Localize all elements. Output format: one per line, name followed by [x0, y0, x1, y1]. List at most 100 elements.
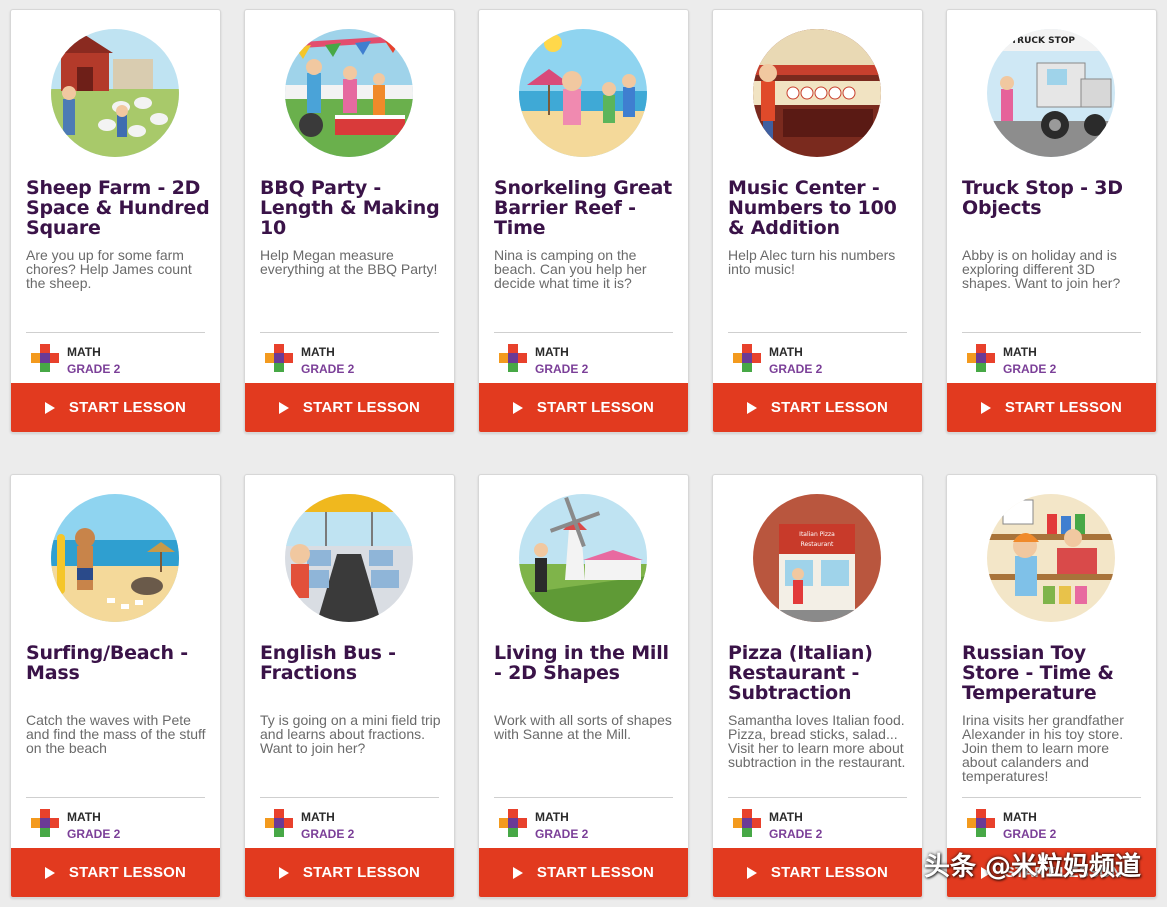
lesson-thumbnail[interactable]: Italian Pizza Restaurant — [753, 494, 881, 622]
surf-scene-image — [51, 494, 179, 622]
grade-label: GRADE 2 — [769, 362, 823, 376]
lesson-card[interactable]: Music Center - Numbers to 100 & Addition… — [712, 9, 923, 433]
subject-name: MATH — [769, 345, 803, 359]
subject-tag: MATH GRADE 2 — [265, 809, 425, 841]
start-lesson-button[interactable]: START LESSON — [947, 383, 1156, 432]
start-lesson-button[interactable]: START LESSON — [713, 383, 922, 432]
lesson-description: Abby is on holiday and is exploring diff… — [962, 247, 1121, 291]
lesson-title[interactable]: Sheep Farm - 2D Space & Hundred Square — [26, 178, 210, 238]
start-lesson-label: START LESSON — [770, 399, 889, 416]
start-lesson-label: START LESSON — [536, 864, 655, 881]
subject-name: MATH — [769, 810, 803, 824]
start-lesson-button[interactable]: START LESSON — [245, 383, 454, 432]
music-scene-image — [753, 29, 881, 157]
pizza-sign: Italian Pizza — [799, 531, 835, 538]
subject-name: MATH — [301, 345, 335, 359]
grade-label: GRADE 2 — [535, 362, 589, 376]
farm-scene-image — [51, 29, 179, 157]
start-lesson-label: START LESSON — [536, 399, 655, 416]
lesson-title[interactable]: BBQ Party - Length & Making 10 — [260, 178, 444, 238]
play-icon — [512, 866, 523, 879]
subject-tag: MATH GRADE 2 — [967, 809, 1127, 841]
math-plus-icon — [733, 809, 761, 837]
math-plus-icon — [967, 344, 995, 372]
start-lesson-button[interactable]: START LESSON — [11, 383, 220, 432]
grade-label: GRADE 2 — [1003, 362, 1057, 376]
lesson-thumbnail[interactable] — [519, 29, 647, 157]
lesson-thumbnail[interactable]: TRUCK STOP — [987, 29, 1115, 157]
lesson-description: Help Megan measure everything at the BBQ… — [260, 247, 438, 277]
start-lesson-button[interactable]: START LESSON — [479, 848, 688, 897]
lesson-description: Nina is camping on the beach. Can you he… — [494, 247, 647, 291]
math-plus-icon — [499, 809, 527, 837]
subject-name: MATH — [1003, 810, 1037, 824]
divider — [26, 797, 205, 798]
start-lesson-label: START LESSON — [1004, 399, 1123, 416]
lesson-card[interactable]: Italian Pizza Restaurant Pizza (Italian)… — [712, 474, 923, 898]
lesson-thumbnail[interactable] — [519, 494, 647, 622]
lesson-title[interactable]: Music Center - Numbers to 100 & Addition — [728, 178, 912, 238]
lesson-card[interactable]: English Bus - Fractions Ty is going on a… — [244, 474, 455, 898]
lesson-description: Ty is going on a mini field trip and lea… — [260, 712, 441, 756]
lesson-card[interactable]: Living in the Mill - 2D Shapes Work with… — [478, 474, 689, 898]
lesson-thumbnail[interactable] — [987, 494, 1115, 622]
lesson-title[interactable]: Snorkeling Great Barrier Reef - Time — [494, 178, 678, 238]
grade-label: GRADE 2 — [67, 827, 121, 841]
math-plus-icon — [967, 809, 995, 837]
play-icon — [278, 401, 289, 414]
start-lesson-button[interactable]: START LESSON — [11, 848, 220, 897]
math-plus-icon — [265, 809, 293, 837]
subject-tag: MATH GRADE 2 — [265, 344, 425, 376]
truck-stop-sign: TRUCK STOP — [1011, 36, 1075, 46]
grade-label: GRADE 2 — [301, 827, 355, 841]
lesson-thumbnail[interactable] — [51, 494, 179, 622]
grade-label: GRADE 2 — [535, 827, 589, 841]
math-plus-icon — [499, 344, 527, 372]
lesson-card[interactable]: TRUCK STOP Truck Stop - 3D Objects Abby … — [946, 9, 1157, 433]
lesson-description: Work with all sorts of shapes with Sanne… — [494, 712, 672, 742]
bus-scene-image — [285, 494, 413, 622]
lesson-card[interactable]: Russian Toy Store - Time & Temperature I… — [946, 474, 1157, 898]
divider — [26, 332, 205, 333]
watermark: 头条 @米粒妈频道 — [923, 852, 1141, 882]
lesson-title[interactable]: Surfing/Beach - Mass — [26, 643, 210, 683]
math-plus-icon — [733, 344, 761, 372]
lesson-title[interactable]: Russian Toy Store - Time & Temperature — [962, 643, 1146, 703]
start-lesson-label: START LESSON — [302, 864, 421, 881]
lesson-title[interactable]: English Bus - Fractions — [260, 643, 444, 683]
toystore-scene-image — [987, 494, 1115, 622]
lesson-card[interactable]: Sheep Farm - 2D Space & Hundred Square A… — [10, 9, 221, 433]
subject-tag: MATH GRADE 2 — [499, 809, 659, 841]
start-lesson-button[interactable]: START LESSON — [479, 383, 688, 432]
subject-name: MATH — [535, 810, 569, 824]
divider — [962, 332, 1141, 333]
svg-text:Restaurant: Restaurant — [801, 541, 834, 548]
play-icon — [512, 401, 523, 414]
lesson-card[interactable]: BBQ Party - Length & Making 10 Help Mega… — [244, 9, 455, 433]
start-lesson-button[interactable]: START LESSON — [713, 848, 922, 897]
start-lesson-label: START LESSON — [68, 399, 187, 416]
lesson-thumbnail[interactable] — [51, 29, 179, 157]
lesson-title[interactable]: Living in the Mill - 2D Shapes — [494, 643, 678, 683]
truck-scene-image: TRUCK STOP — [987, 29, 1115, 157]
subject-name: MATH — [67, 345, 101, 359]
math-plus-icon — [31, 344, 59, 372]
bbq-scene-image — [285, 29, 413, 157]
divider — [494, 332, 673, 333]
lesson-title[interactable]: Truck Stop - 3D Objects — [962, 178, 1146, 218]
subject-tag: MATH GRADE 2 — [31, 809, 191, 841]
subject-name: MATH — [67, 810, 101, 824]
lesson-thumbnail[interactable] — [285, 29, 413, 157]
lesson-thumbnail[interactable] — [753, 29, 881, 157]
subject-tag: MATH GRADE 2 — [31, 344, 191, 376]
play-icon — [278, 866, 289, 879]
lesson-description: Irina visits her grandfather Alexander i… — [962, 712, 1124, 784]
lesson-title[interactable]: Pizza (Italian) Restaurant - Subtraction — [728, 643, 912, 703]
lesson-card[interactable]: Surfing/Beach - Mass Catch the waves wit… — [10, 474, 221, 898]
play-icon — [746, 401, 757, 414]
subject-name: MATH — [301, 810, 335, 824]
start-lesson-button[interactable]: START LESSON — [245, 848, 454, 897]
lesson-card[interactable]: Snorkeling Great Barrier Reef - Time Nin… — [478, 9, 689, 433]
divider — [494, 797, 673, 798]
lesson-thumbnail[interactable] — [285, 494, 413, 622]
